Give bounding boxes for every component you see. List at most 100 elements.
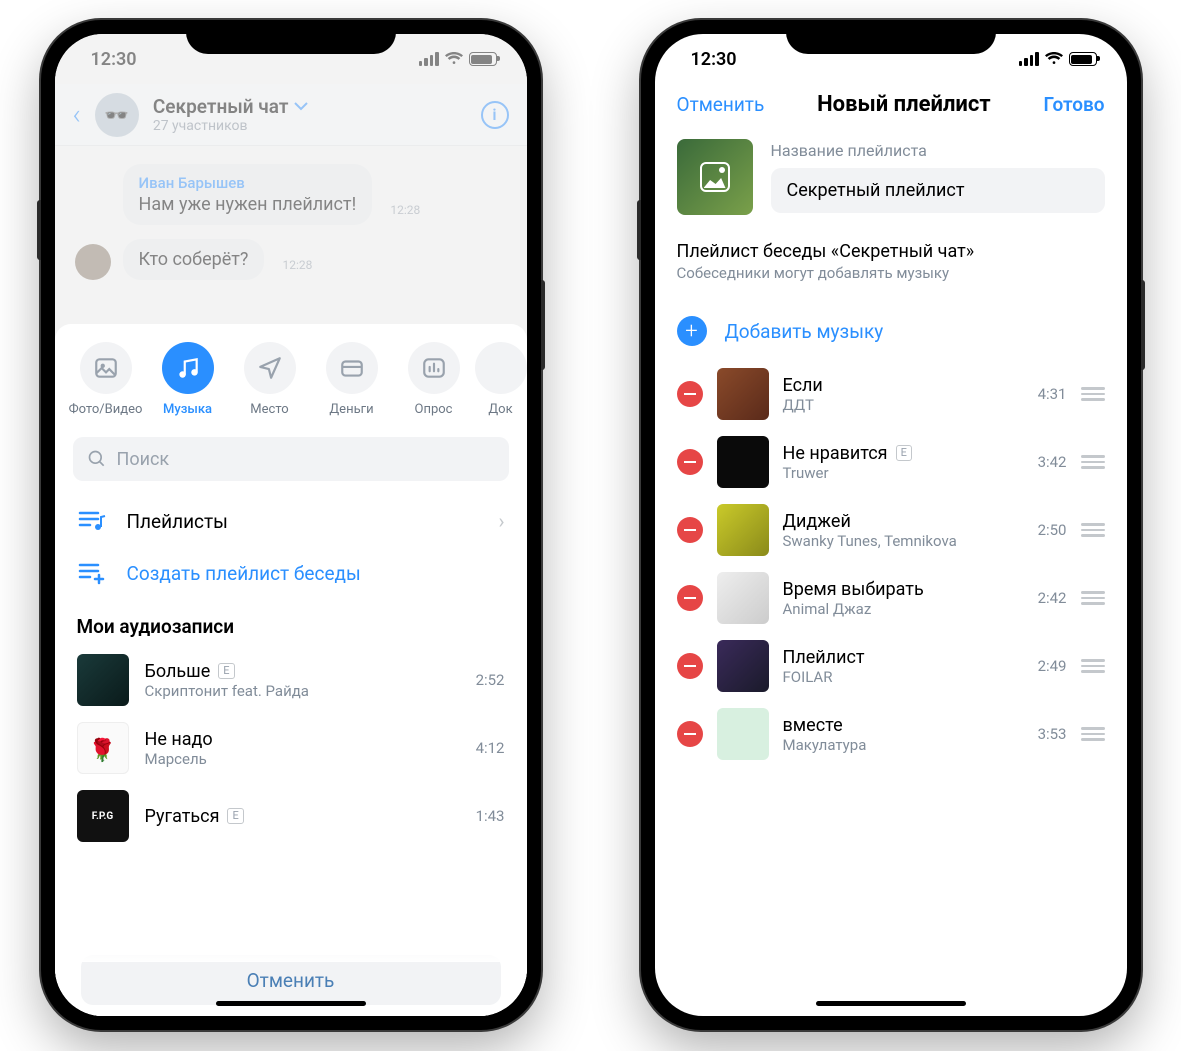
playlist-cover[interactable] <box>677 139 753 215</box>
remove-track-button[interactable] <box>677 653 703 679</box>
track-row[interactable]: F.P.G Ругаться E 1:43 <box>55 782 527 850</box>
location-icon <box>257 355 283 381</box>
track-title: Больше <box>145 661 211 682</box>
drag-handle[interactable] <box>1081 387 1105 401</box>
phone-right: 12:30 Отменить Новый плейлист Готово Наз… <box>641 20 1141 1030</box>
track-cover <box>717 640 769 692</box>
track-title: Не надо <box>145 729 213 750</box>
track-cover <box>717 708 769 760</box>
playlist-name-label: Название плейлиста <box>771 141 1105 160</box>
track-artist: Марсель <box>145 750 460 768</box>
photo-icon <box>93 355 119 381</box>
track-title: Плейлист <box>783 647 865 668</box>
search-icon <box>87 449 107 469</box>
track-title: вместе <box>783 715 843 736</box>
track-title: Не нравится <box>783 443 888 464</box>
playlist-track-row[interactable]: ДиджейSwanky Tunes, Temnikova 2:50 <box>655 496 1127 564</box>
explicit-badge: E <box>218 663 234 679</box>
track-cover <box>77 654 129 706</box>
tab-photo[interactable]: Фото/Видео <box>65 342 147 417</box>
new-playlist-header: Отменить Новый плейлист Готово <box>655 84 1127 131</box>
search-input[interactable]: Поиск <box>73 437 509 481</box>
track-title: Если <box>783 375 823 396</box>
track-duration: 2:50 <box>1038 521 1067 539</box>
playlist-desc-title: Плейлист беседы «Секретный чат» <box>655 233 1127 264</box>
remove-track-button[interactable] <box>677 381 703 407</box>
tab-poll[interactable]: Опрос <box>393 342 475 417</box>
tab-money[interactable]: Деньги <box>311 342 393 417</box>
image-icon <box>700 162 730 192</box>
track-cover: F.P.G <box>77 790 129 842</box>
create-playlist-row[interactable]: Создать плейлист беседы <box>55 547 527 599</box>
track-title: Ругаться <box>145 806 220 827</box>
track-row[interactable]: Больше E Скриптонит feat. Райда 2:52 <box>55 646 527 714</box>
poll-icon <box>421 355 447 381</box>
music-icon <box>175 355 201 381</box>
home-indicator[interactable] <box>816 1001 966 1006</box>
playlists-row[interactable]: Плейлисты › <box>55 495 527 547</box>
create-playlist-icon <box>78 561 106 585</box>
drag-handle[interactable] <box>1081 455 1105 469</box>
attachment-tabs: Фото/Видео Музыка Место Деньги Опрос <box>55 324 527 423</box>
playlists-icon <box>78 509 106 533</box>
money-icon <box>339 355 365 381</box>
playlist-track-row[interactable]: вместеМакулатура 3:53 <box>655 700 1127 768</box>
track-title: Диджей <box>783 511 851 532</box>
track-artist: Truwer <box>783 464 1024 482</box>
remove-track-button[interactable] <box>677 449 703 475</box>
track-artist: ДДТ <box>783 396 1024 414</box>
track-duration: 3:53 <box>1038 725 1067 743</box>
track-duration: 2:52 <box>476 671 505 689</box>
track-title: Время выбирать <box>783 579 924 600</box>
track-duration: 4:12 <box>476 739 505 757</box>
drag-handle[interactable] <box>1081 591 1105 605</box>
cancel-button[interactable]: Отменить <box>677 93 765 116</box>
playlist-track-row[interactable]: Не нравится E Truwer 3:42 <box>655 428 1127 496</box>
phone-left: 12:30 ‹ 🕶️ Секретный чат 27 участников i <box>41 20 541 1030</box>
remove-track-button[interactable] <box>677 721 703 747</box>
track-artist: Скриптонит feat. Райда <box>145 682 460 700</box>
track-cover <box>717 572 769 624</box>
track-artist: Макулатура <box>783 736 1024 754</box>
battery-icon <box>1069 52 1097 66</box>
track-artist: Swanky Tunes, Temnikova <box>783 532 1024 550</box>
track-duration: 1:43 <box>476 807 505 825</box>
track-row[interactable]: 🌹 Не надо Марсель 4:12 <box>55 714 527 782</box>
signal-icon <box>1019 52 1039 66</box>
cancel-button[interactable]: Отменить <box>81 955 501 1005</box>
add-music-button[interactable]: + Добавить музыку <box>655 302 1127 360</box>
explicit-badge: E <box>896 445 912 461</box>
status-time: 12:30 <box>691 49 737 70</box>
playlist-track-row[interactable]: ПлейлистFOILAR 2:49 <box>655 632 1127 700</box>
track-cover <box>717 368 769 420</box>
remove-track-button[interactable] <box>677 585 703 611</box>
page-title: Новый плейлист <box>817 92 990 117</box>
tab-music[interactable]: Музыка <box>147 342 229 417</box>
explicit-badge: E <box>227 808 243 824</box>
plus-icon: + <box>677 316 707 346</box>
attachment-sheet: Фото/Видео Музыка Место Деньги Опрос <box>55 324 527 1016</box>
drag-handle[interactable] <box>1081 727 1105 741</box>
track-duration: 3:42 <box>1038 453 1067 471</box>
drag-handle[interactable] <box>1081 523 1105 537</box>
wifi-icon <box>1045 52 1063 66</box>
track-cover <box>717 504 769 556</box>
track-duration: 2:42 <box>1038 589 1067 607</box>
playlist-track-row[interactable]: ЕслиДДТ 4:31 <box>655 360 1127 428</box>
playlist-desc-sub: Собеседники могут добавлять музыку <box>655 264 1127 302</box>
track-duration: 2:49 <box>1038 657 1067 675</box>
done-button[interactable]: Готово <box>1043 93 1104 116</box>
track-cover: 🌹 <box>77 722 129 774</box>
tab-place[interactable]: Место <box>229 342 311 417</box>
my-audio-header: Мои аудиозаписи <box>55 599 527 646</box>
chevron-right-icon: › <box>498 509 504 533</box>
track-artist: Animal Джаz <box>783 600 1024 618</box>
drag-handle[interactable] <box>1081 659 1105 673</box>
tab-doc[interactable]: Док <box>475 342 527 417</box>
playlist-name-input[interactable]: Секретный плейлист <box>771 168 1105 213</box>
home-indicator[interactable] <box>216 1001 366 1006</box>
track-duration: 4:31 <box>1038 385 1067 403</box>
remove-track-button[interactable] <box>677 517 703 543</box>
track-artist: FOILAR <box>783 668 1024 686</box>
playlist-track-row[interactable]: Время выбиратьAnimal Джаz 2:42 <box>655 564 1127 632</box>
